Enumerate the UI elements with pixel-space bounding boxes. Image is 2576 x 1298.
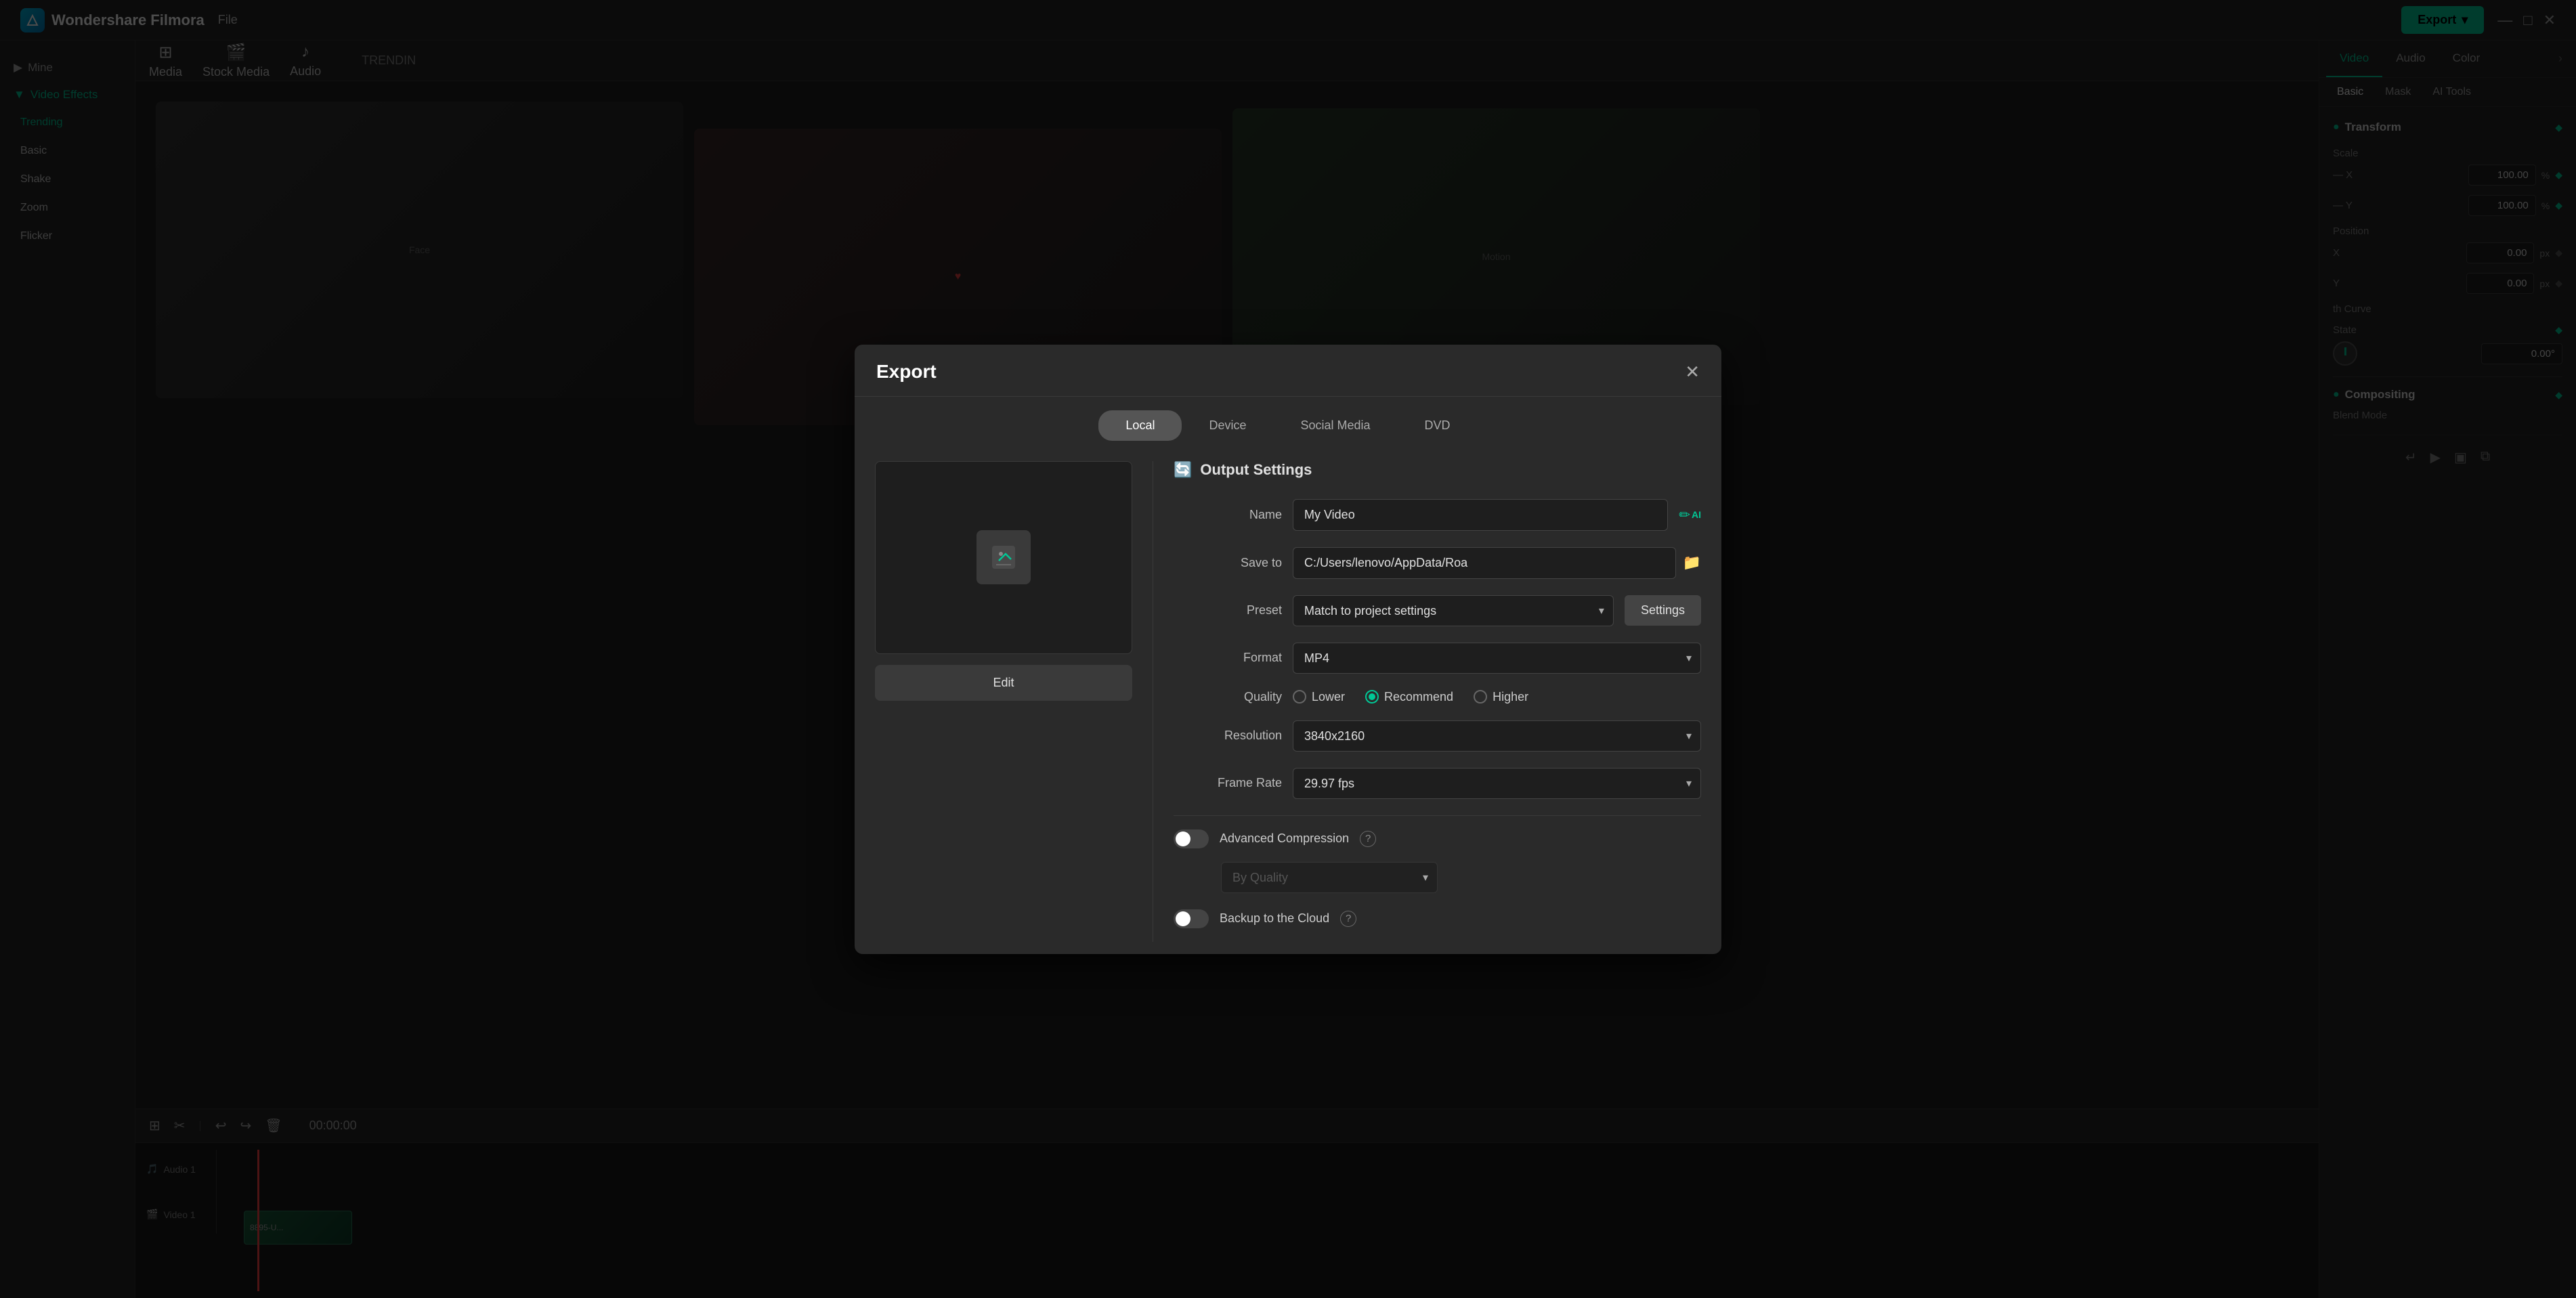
- preset-label: Preset: [1174, 603, 1282, 618]
- by-quality-select-wrap: By Quality ▾: [1221, 862, 1438, 893]
- export-dialog: Export ✕ Local Device Social Media DVD: [855, 345, 1721, 954]
- by-quality-select[interactable]: By Quality: [1221, 862, 1438, 893]
- dialog-tab-device[interactable]: Device: [1182, 410, 1273, 441]
- dialog-tabs: Local Device Social Media DVD: [855, 397, 1721, 441]
- frame-rate-select[interactable]: 29.97 fps: [1293, 768, 1701, 799]
- thumbnail-preview: [875, 461, 1132, 654]
- dialog-tab-social-media[interactable]: Social Media: [1273, 410, 1397, 441]
- dialog-settings-panel: 🔄 Output Settings Name ✏ AI: [1174, 461, 1701, 942]
- ai-pen-icon: ✏: [1679, 506, 1690, 523]
- dialog-tab-local[interactable]: Local: [1098, 410, 1182, 441]
- preset-select[interactable]: Match to project settings: [1293, 595, 1614, 626]
- ai-name-button[interactable]: ✏ AI: [1679, 506, 1701, 523]
- output-settings-label: Output Settings: [1200, 461, 1312, 479]
- thumbnail-icon: [976, 530, 1031, 584]
- quality-label: Quality: [1174, 690, 1282, 704]
- preset-select-wrap: Match to project settings ▾: [1293, 595, 1614, 626]
- thumbnail-edit-button[interactable]: Edit: [875, 665, 1132, 701]
- backup-cloud-help-icon[interactable]: ?: [1340, 911, 1356, 927]
- backup-cloud-toggle[interactable]: [1174, 909, 1209, 928]
- settings-button[interactable]: Settings: [1625, 595, 1701, 626]
- quality-lower-label: Lower: [1312, 690, 1345, 704]
- resolution-select-wrap: 3840x2160 ▾: [1293, 720, 1701, 752]
- resolution-select[interactable]: 3840x2160: [1293, 720, 1701, 752]
- preset-row: Preset Match to project settings ▾ Setti…: [1174, 595, 1701, 626]
- app-background: Wondershare Filmora File Export ▾ — □ ✕ …: [0, 0, 2576, 1298]
- format-select-wrap: MP4 ▾: [1293, 643, 1701, 674]
- save-to-label: Save to: [1174, 556, 1282, 570]
- quality-recommend-label: Recommend: [1384, 690, 1453, 704]
- advanced-compression-toggle[interactable]: [1174, 829, 1209, 848]
- name-row: Name ✏ AI: [1174, 499, 1701, 531]
- backup-cloud-knob: [1176, 911, 1190, 926]
- folder-icon: 📁: [1683, 554, 1701, 571]
- frame-rate-row: Frame Rate 29.97 fps ▾: [1174, 768, 1701, 799]
- quality-higher-option[interactable]: Higher: [1474, 690, 1528, 704]
- name-label: Name: [1174, 508, 1282, 522]
- settings-sync-icon: 🔄: [1174, 461, 1192, 479]
- format-label: Format: [1174, 651, 1282, 665]
- backup-cloud-row: Backup to the Cloud ?: [1174, 909, 1701, 928]
- quality-recommend-radio[interactable]: [1365, 690, 1379, 704]
- name-input[interactable]: [1293, 499, 1668, 531]
- ai-text-label: AI: [1692, 509, 1701, 520]
- quality-higher-label: Higher: [1493, 690, 1528, 704]
- frame-rate-select-wrap: 29.97 fps ▾: [1293, 768, 1701, 799]
- output-settings-header: 🔄 Output Settings: [1174, 461, 1701, 479]
- dialog-tab-dvd[interactable]: DVD: [1398, 410, 1478, 441]
- backup-cloud-label: Backup to the Cloud: [1220, 911, 1329, 926]
- quality-higher-radio[interactable]: [1474, 690, 1487, 704]
- resolution-label: Resolution: [1174, 729, 1282, 743]
- quality-row: Quality Lower Recommend: [1174, 690, 1701, 704]
- dialog-title: Export: [876, 361, 937, 383]
- dialog-header: Export ✕: [855, 345, 1721, 397]
- dialog-body: Edit 🔄 Output Settings Name: [855, 441, 1721, 954]
- save-to-row: Save to 📁: [1174, 547, 1701, 579]
- browse-folder-button[interactable]: 📁: [1683, 554, 1701, 571]
- advanced-compression-row: Advanced Compression ?: [1174, 829, 1701, 848]
- dialog-close-button[interactable]: ✕: [1685, 363, 1700, 381]
- resolution-row: Resolution 3840x2160 ▾: [1174, 720, 1701, 752]
- quality-recommend-option[interactable]: Recommend: [1365, 690, 1453, 704]
- save-path-input[interactable]: [1293, 547, 1676, 579]
- quality-options: Lower Recommend Higher: [1293, 690, 1701, 704]
- format-row: Format MP4 ▾: [1174, 643, 1701, 674]
- advanced-compression-knob: [1176, 831, 1190, 846]
- frame-rate-label: Frame Rate: [1174, 776, 1282, 790]
- format-select[interactable]: MP4: [1293, 643, 1701, 674]
- settings-separator: [1174, 815, 1701, 816]
- modal-overlay: Export ✕ Local Device Social Media DVD: [0, 0, 2576, 1298]
- advanced-compression-help-icon[interactable]: ?: [1360, 831, 1376, 847]
- quality-lower-option[interactable]: Lower: [1293, 690, 1345, 704]
- dialog-left-panel: Edit: [875, 461, 1132, 942]
- quality-lower-radio[interactable]: [1293, 690, 1306, 704]
- by-quality-row: By Quality ▾: [1174, 862, 1701, 893]
- advanced-compression-label: Advanced Compression: [1220, 831, 1349, 846]
- path-row: 📁: [1293, 547, 1701, 579]
